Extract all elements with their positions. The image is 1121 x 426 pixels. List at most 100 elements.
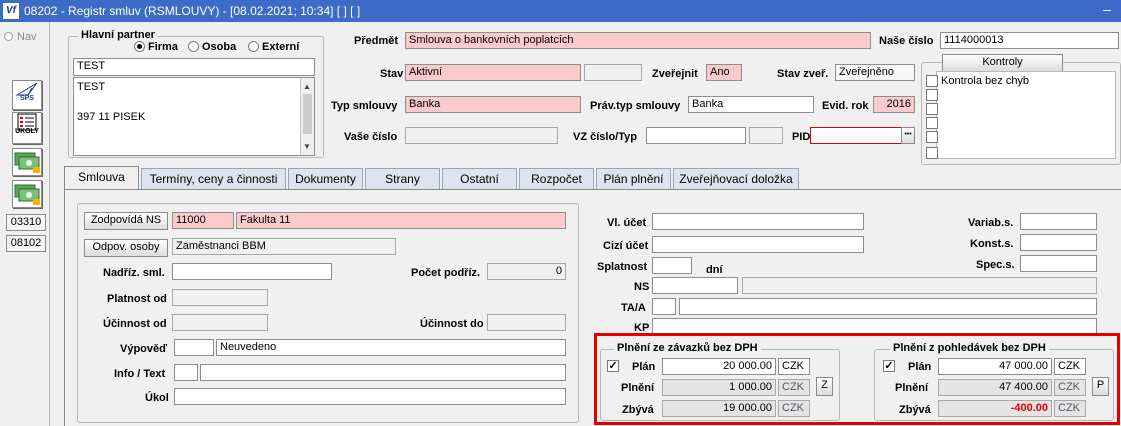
cizi-ucet-field[interactable] xyxy=(652,236,864,253)
money-button-2[interactable] xyxy=(12,180,42,208)
vypoved-field[interactable]: Neuvedeno xyxy=(216,339,566,356)
vz-cislo-field[interactable] xyxy=(646,127,746,144)
scroll-thumb[interactable] xyxy=(303,94,312,134)
odpov-osoby-field[interactable]: Zaměstnanci BBM xyxy=(172,238,396,255)
platnost-od-label: Platnost od xyxy=(107,293,167,305)
ukoly-caption: ÚKOLY xyxy=(15,128,39,135)
splatnost-field[interactable] xyxy=(652,257,692,274)
nav-label: Nav xyxy=(17,31,37,43)
kontrola-checkbox-2[interactable] xyxy=(926,89,938,101)
shortcut-03310-button[interactable]: 03310 xyxy=(6,214,46,231)
tab-smlouva[interactable]: Smlouva xyxy=(64,166,139,189)
app-logo-icon: Vf xyxy=(3,3,19,19)
predmet-field[interactable]: Smlouva o bankovních poplatcích xyxy=(405,32,871,49)
spec-field[interactable] xyxy=(1020,255,1097,272)
ucinnost-do-label: Účinnost do xyxy=(420,318,484,330)
radio-osoba[interactable] xyxy=(188,41,199,52)
money-button[interactable] xyxy=(12,148,42,176)
window-title: 08202 - Registr smluv (RSMLOUVY) - [08.0… xyxy=(24,4,361,18)
tab-zverejnovaci-dolozka[interactable]: Zveřejňovací doložka xyxy=(673,168,799,189)
vl-ucet-field[interactable] xyxy=(652,213,864,230)
minimize-button[interactable]: – xyxy=(1096,2,1118,18)
zodpovida-ns-button[interactable]: Zodpovídá NS xyxy=(84,212,168,230)
tab-ostatni[interactable]: Ostatní xyxy=(442,168,517,189)
tab-dokumenty[interactable]: Dokumenty xyxy=(288,168,363,189)
kontrola-checkbox-6[interactable] xyxy=(926,147,938,159)
ns-code-field[interactable]: 11000 xyxy=(172,212,234,229)
vypoved-code-field[interactable] xyxy=(174,339,214,356)
taa-code-field[interactable] xyxy=(652,298,676,315)
ukol-label: Úkol xyxy=(145,392,169,404)
evid-rok-field[interactable]: 2016 xyxy=(873,96,915,113)
vase-cislo-label: Vaše číslo xyxy=(344,131,398,143)
typ-smlouvy-field[interactable]: Banka xyxy=(405,96,581,113)
taa-label: TA/A xyxy=(621,302,646,314)
stav-label: Stav xyxy=(380,68,404,80)
info-text-label: Info / Text xyxy=(114,368,166,380)
pid-label: PID xyxy=(792,131,811,143)
radio-firma-label: Firma xyxy=(148,41,178,53)
typ-smlouvy-label: Typ smlouvy xyxy=(331,100,398,112)
ukol-field[interactable] xyxy=(174,388,566,405)
partner-name-field[interactable]: TEST xyxy=(73,58,315,76)
info-text-field[interactable] xyxy=(200,364,566,381)
platnost-od-field[interactable] xyxy=(172,289,268,306)
shortcut-08102-button[interactable]: 08102 xyxy=(6,235,46,252)
scroll-down-icon[interactable]: ▼ xyxy=(303,140,311,153)
nadriz-sml-label: Nadříz. sml. xyxy=(103,267,165,279)
variab-field[interactable] xyxy=(1020,213,1097,230)
splatnost-label: Splatnost xyxy=(597,261,648,273)
kontrola-label-1: Kontrola bez chyb xyxy=(941,75,1030,87)
ns-name-field[interactable]: Fakulta 11 xyxy=(236,212,566,229)
partner-address-field[interactable]: TEST 397 11 PISEK ▲ ▼ xyxy=(73,77,315,156)
nav-toggle[interactable]: Nav xyxy=(4,31,44,45)
tab-terminy[interactable]: Termíny, ceny a činnosti xyxy=(141,168,286,189)
title-bar: Vf 08202 - Registr smluv (RSMLOUVY) - [0… xyxy=(0,0,1121,22)
kontroly-button[interactable]: Kontroly xyxy=(942,54,1063,72)
money-icon xyxy=(14,152,40,173)
zverejnit-label: Zveřejnit xyxy=(652,68,698,80)
kontrola-checkbox-5[interactable] xyxy=(926,131,938,143)
konst-field[interactable] xyxy=(1020,234,1097,251)
tab-rozpocet[interactable]: Rozpočet xyxy=(519,168,594,189)
pid-lookup-button[interactable]: ••• xyxy=(901,127,915,144)
dni-label: dní xyxy=(706,264,723,276)
kontrola-checkbox-3[interactable] xyxy=(926,103,938,115)
pid-field[interactable] xyxy=(810,127,902,144)
address-line-2 xyxy=(77,96,311,111)
kontrola-checkbox-4[interactable] xyxy=(926,117,938,129)
scroll-up-icon[interactable]: ▲ xyxy=(303,80,311,93)
ucinnost-od-label: Účinnost od xyxy=(103,318,167,330)
radio-firma[interactable] xyxy=(134,41,145,52)
radio-externi-label: Externí xyxy=(262,41,300,53)
odpov-osoby-button[interactable]: Odpov. osoby xyxy=(84,239,168,257)
radio-externi[interactable] xyxy=(248,41,259,52)
nav-radio[interactable] xyxy=(4,32,13,41)
prav-typ-field[interactable]: Banka xyxy=(688,96,814,113)
sps-button[interactable]: SPS xyxy=(12,80,42,110)
nase-cislo-field[interactable]: 1114000013 xyxy=(940,32,1119,49)
taa-field[interactable] xyxy=(679,298,1097,315)
variab-label: Variab.s. xyxy=(968,217,1014,229)
stav-extra-field xyxy=(584,64,642,81)
ns-name-readonly-field xyxy=(742,277,1097,294)
ucinnost-od-field[interactable] xyxy=(172,314,268,331)
highlight-frame xyxy=(594,333,1120,425)
vz-typ-field[interactable] xyxy=(749,127,783,144)
vypoved-label: Výpověď xyxy=(120,343,168,355)
kontrola-checkbox-1[interactable] xyxy=(926,75,938,87)
info-code-field[interactable] xyxy=(174,364,198,381)
ns-field[interactable] xyxy=(652,277,738,294)
tab-strany[interactable]: Strany xyxy=(365,168,440,189)
nadriz-sml-field[interactable] xyxy=(172,263,332,280)
tab-plan-plneni[interactable]: Plán plnění xyxy=(596,168,671,189)
konst-label: Konst.s. xyxy=(970,238,1014,250)
zverejnit-field[interactable]: Ano xyxy=(706,64,742,81)
stav-zver-field[interactable]: Zveřejněno xyxy=(835,64,915,81)
ukoly-button[interactable]: ÚKOLY xyxy=(12,112,42,144)
stav-field[interactable]: Aktivní xyxy=(405,64,581,81)
ucinnost-do-field[interactable] xyxy=(487,314,566,331)
vase-cislo-field[interactable] xyxy=(405,127,558,144)
address-scrollbar[interactable]: ▲ ▼ xyxy=(300,78,314,155)
vz-cislo-label: VZ číslo/Typ xyxy=(573,131,637,143)
